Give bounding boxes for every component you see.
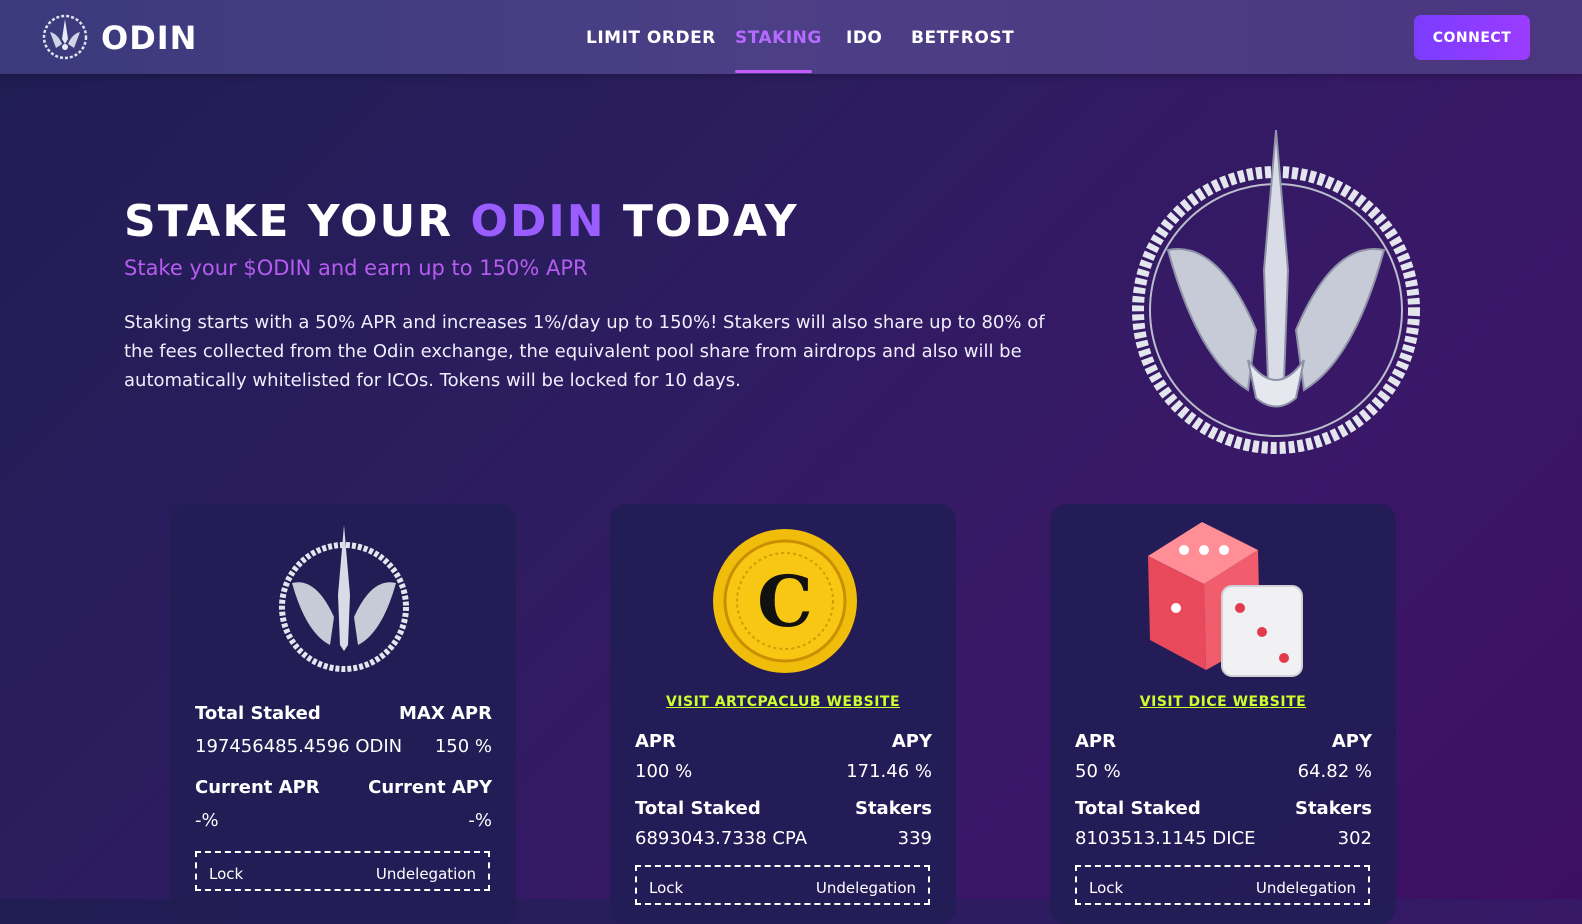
undelegation-label: Undelegation bbox=[1255, 879, 1356, 897]
visit-dice-link[interactable]: VISIT DICE WEBSITE bbox=[1050, 694, 1396, 710]
apy-value: 171.46 % bbox=[846, 761, 932, 782]
apr-label: APR bbox=[635, 731, 676, 752]
nav-limit-order[interactable]: LIMIT ORDER bbox=[586, 28, 716, 48]
lock-label: Lock bbox=[209, 865, 244, 883]
apy-label: APY bbox=[891, 731, 932, 752]
hero-title-accent: ODIN bbox=[470, 196, 606, 247]
stats-row-values-2: 8103513.1145 DICE 302 bbox=[1075, 828, 1372, 849]
odin-logo-icon[interactable] bbox=[42, 14, 88, 60]
total-staked-label: Total Staked bbox=[635, 798, 761, 819]
total-staked-label: Total Staked bbox=[195, 703, 321, 724]
hero-subtitle: Stake your $ODIN and earn up to 150% APR bbox=[124, 256, 588, 280]
current-apy-value: -% bbox=[468, 810, 492, 831]
stats-row-values-2: 6893043.7338 CPA 339 bbox=[635, 828, 932, 849]
undelegation-label: Undelegation bbox=[375, 865, 476, 883]
current-apr-value: -% bbox=[195, 810, 219, 831]
svg-text:C: C bbox=[757, 560, 813, 643]
visit-artcpaclub-link[interactable]: VISIT ARTCPACLUB WEBSITE bbox=[610, 694, 956, 710]
stats-row-labels-1: Total Staked MAX APR bbox=[195, 703, 492, 724]
max-apr-value: 150 % bbox=[434, 736, 492, 757]
apy-label: APY bbox=[1331, 731, 1372, 752]
connect-button[interactable]: CONNECT bbox=[1414, 15, 1530, 60]
stats-row-labels-1: APR APY bbox=[635, 731, 932, 752]
stats-row-labels-2: Total Staked Stakers bbox=[1075, 798, 1372, 819]
apr-value: 100 % bbox=[635, 761, 693, 782]
current-apy-label: Current APY bbox=[368, 777, 492, 798]
stakers-value: 302 bbox=[1337, 828, 1372, 849]
undelegation-label: Undelegation bbox=[815, 879, 916, 897]
stakers-label: Stakers bbox=[854, 798, 932, 819]
total-staked-value: 8103513.1145 DICE bbox=[1075, 828, 1256, 849]
top-nav: ODIN LIMIT ORDER STAKING IDO BETFROST CO… bbox=[0, 0, 1582, 74]
stats-row-values-1: 197456485.4596 ODIN 150 % bbox=[195, 736, 492, 757]
stats-row-values-1: 100 % 171.46 % bbox=[635, 761, 932, 782]
total-staked-value: 6893043.7338 CPA bbox=[635, 828, 808, 849]
lock-label: Lock bbox=[649, 879, 684, 897]
apy-value: 64.82 % bbox=[1297, 761, 1372, 782]
lock-undelegation-box[interactable]: Lock Undelegation bbox=[1075, 865, 1370, 905]
active-tab-indicator bbox=[735, 70, 812, 73]
odin-emblem-icon bbox=[1132, 130, 1420, 454]
total-staked-label: Total Staked bbox=[1075, 798, 1201, 819]
odin-emblem-icon bbox=[279, 525, 409, 672]
total-staked-value: 197456485.4596 ODIN bbox=[195, 736, 403, 757]
max-apr-label: MAX APR bbox=[399, 703, 492, 724]
hero-title: STAKE YOUR ODIN TODAY bbox=[124, 196, 799, 247]
stats-row-values-1: 50 % 64.82 % bbox=[1075, 761, 1372, 782]
lock-undelegation-box[interactable]: Lock Undelegation bbox=[195, 851, 490, 891]
apr-label: APR bbox=[1075, 731, 1116, 752]
nav-ido[interactable]: IDO bbox=[846, 28, 882, 48]
stats-row-labels-2: Current APR Current APY bbox=[195, 777, 492, 798]
artcpaclub-coin-icon: C bbox=[713, 529, 857, 673]
current-apr-label: Current APR bbox=[195, 777, 320, 798]
staking-card-dice: VISIT DICE WEBSITE APR APY 50 % 64.82 % … bbox=[1050, 504, 1396, 924]
hero-title-part1: STAKE YOUR bbox=[124, 196, 454, 247]
dice-icon bbox=[1148, 522, 1303, 677]
stakers-value: 339 bbox=[897, 828, 932, 849]
apr-value: 50 % bbox=[1075, 761, 1121, 782]
stats-row-values-2: -% -% bbox=[195, 810, 492, 831]
lock-label: Lock bbox=[1089, 879, 1124, 897]
staking-card-artcpaclub: C VISIT ARTCPACLUB WEBSITE APR APY 100 %… bbox=[610, 504, 956, 924]
hero-title-part2: TODAY bbox=[622, 196, 799, 247]
nav-staking[interactable]: STAKING bbox=[735, 28, 822, 48]
staking-card-odin: Total Staked MAX APR 197456485.4596 ODIN… bbox=[170, 504, 516, 924]
stats-row-labels-1: APR APY bbox=[1075, 731, 1372, 752]
stats-row-labels-2: Total Staked Stakers bbox=[635, 798, 932, 819]
hero-description: Staking starts with a 50% APR and increa… bbox=[124, 312, 1045, 391]
lock-undelegation-box[interactable]: Lock Undelegation bbox=[635, 865, 930, 905]
nav-betfrost[interactable]: BETFROST bbox=[911, 28, 1014, 48]
brand-name[interactable]: ODIN bbox=[101, 19, 197, 57]
stakers-label: Stakers bbox=[1294, 798, 1372, 819]
